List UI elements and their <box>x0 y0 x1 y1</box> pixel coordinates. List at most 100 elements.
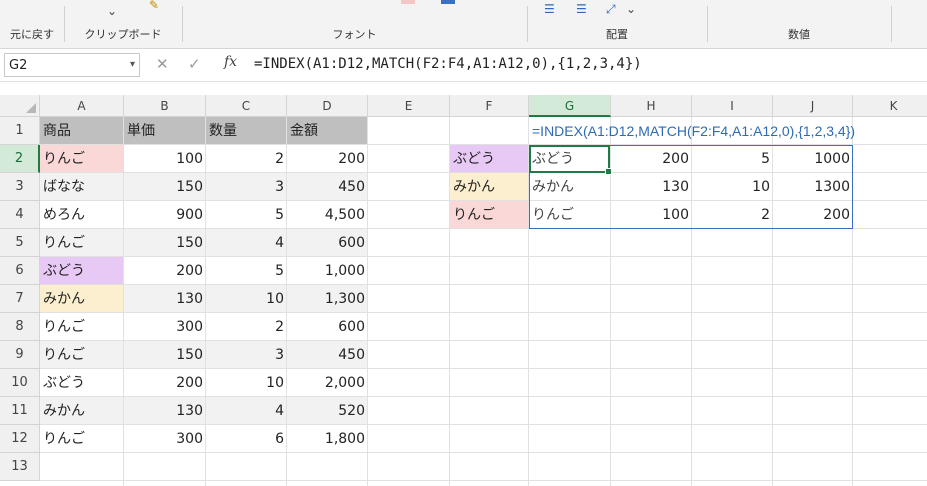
table-cell[interactable]: ばなな <box>40 173 124 201</box>
table-cell[interactable]: 600 <box>287 313 368 341</box>
table-cell[interactable]: 5 <box>206 201 287 229</box>
table-cell[interactable]: 130 <box>124 285 206 313</box>
row-header-2[interactable]: 2 <box>0 145 40 173</box>
table-header-cell[interactable]: 商品 <box>40 117 124 145</box>
table-cell[interactable]: ぶどう <box>40 369 124 397</box>
column-header-k[interactable]: K <box>853 95 927 117</box>
active-cell[interactable] <box>529 145 612 175</box>
table-cell[interactable]: 130 <box>124 397 206 425</box>
table-cell[interactable]: 600 <box>287 229 368 257</box>
table-cell[interactable]: 6 <box>206 425 287 453</box>
table-cell[interactable]: 300 <box>124 425 206 453</box>
row-header-5[interactable]: 5 <box>0 229 40 257</box>
alignment-group: ☰ ☰ ⤢ ⌄ 配置 <box>528 0 706 48</box>
table-cell[interactable]: 150 <box>124 229 206 257</box>
column-header-f[interactable]: F <box>450 95 529 117</box>
undo-group[interactable]: 元に戻す <box>0 0 64 48</box>
table-cell[interactable]: 150 <box>124 173 206 201</box>
font-label: フォント <box>332 28 377 41</box>
table-cell[interactable]: 2 <box>206 313 287 341</box>
chevron-down-icon[interactable]: ▾ <box>130 59 135 70</box>
table-cell[interactable]: 3 <box>206 173 287 201</box>
table-cell[interactable]: 100 <box>124 145 206 173</box>
table-cell[interactable]: 520 <box>287 397 368 425</box>
select-all-button[interactable] <box>0 95 40 117</box>
table-cell[interactable]: 1,300 <box>287 285 368 313</box>
number-label: 数値 <box>788 28 810 41</box>
column-header-h[interactable]: H <box>611 95 692 117</box>
increase-indent-icon[interactable]: ☰ <box>576 2 587 16</box>
table-cell[interactable]: 3 <box>206 341 287 369</box>
formula-input[interactable]: =INDEX(A1:D12,MATCH(F2:F4,A1:A12,0),{1,2… <box>254 56 642 72</box>
lookup-key-cell[interactable]: ぶどう <box>450 145 529 173</box>
chevron-down-icon[interactable]: ⌄ <box>107 4 117 18</box>
table-cell[interactable]: 4,500 <box>287 201 368 229</box>
table-cell[interactable]: りんご <box>40 341 124 369</box>
table-cell[interactable]: みかん <box>40 397 124 425</box>
table-cell[interactable]: 1,800 <box>287 425 368 453</box>
column-header-a[interactable]: A <box>40 95 124 117</box>
table-cell[interactable]: 450 <box>287 341 368 369</box>
row-header-4[interactable]: 4 <box>0 201 40 229</box>
enter-check-icon[interactable]: ✓ <box>188 55 201 73</box>
table-cell[interactable]: ぶどう <box>40 257 124 285</box>
table-header-cell[interactable]: 金額 <box>287 117 368 145</box>
decrease-indent-icon[interactable]: ☰ <box>544 2 555 16</box>
ribbon: 元に戻す ⌄ ✎ クリップボード フォント ☰ ☰ ⤢ ⌄ 配置 数値 <box>0 0 927 49</box>
table-cell[interactable]: 900 <box>124 201 206 229</box>
row-header-11[interactable]: 11 <box>0 397 40 425</box>
table-cell[interactable]: 200 <box>124 257 206 285</box>
table-cell[interactable]: 450 <box>287 173 368 201</box>
table-cell[interactable]: 300 <box>124 313 206 341</box>
table-cell[interactable]: 150 <box>124 341 206 369</box>
table-cell[interactable]: みかん <box>40 285 124 313</box>
row-header-13[interactable]: 13 <box>0 453 40 481</box>
table-header-cell[interactable]: 単価 <box>124 117 206 145</box>
worksheet-grid[interactable]: 商品 単価 数量 金額 りんご 100 2 200 ばなな 150 3 450 めろん 900 5 4,500… <box>0 95 927 486</box>
chevron-down-icon[interactable]: ⌄ <box>626 2 636 16</box>
table-cell[interactable]: 4 <box>206 397 287 425</box>
column-header-i[interactable]: I <box>692 95 773 117</box>
row-header-10[interactable]: 10 <box>0 369 40 397</box>
column-header-b[interactable]: B <box>124 95 206 117</box>
row-header-1[interactable]: 1 <box>0 117 40 145</box>
row-header-3[interactable]: 3 <box>0 173 40 201</box>
row-header-8[interactable]: 8 <box>0 313 40 341</box>
row-header-7[interactable]: 7 <box>0 285 40 313</box>
table-cell[interactable]: 1,000 <box>287 257 368 285</box>
column-header-j[interactable]: J <box>773 95 853 117</box>
table-cell[interactable]: りんご <box>40 145 124 173</box>
column-header-c[interactable]: C <box>206 95 287 117</box>
format-painter-icon[interactable]: ✎ <box>149 0 159 12</box>
row-header-6[interactable]: 6 <box>0 257 40 285</box>
table-cell[interactable]: 200 <box>124 369 206 397</box>
table-cell[interactable]: 10 <box>206 369 287 397</box>
undo-label: 元に戻す <box>10 28 54 41</box>
insert-function-icon[interactable]: fx <box>224 54 237 70</box>
table-header-cell[interactable]: 数量 <box>206 117 287 145</box>
table-cell[interactable]: めろん <box>40 201 124 229</box>
column-header-d[interactable]: D <box>287 95 368 117</box>
table-cell[interactable]: りんご <box>40 425 124 453</box>
table-cell[interactable]: りんご <box>40 229 124 257</box>
fill-color-swatch[interactable] <box>401 0 415 4</box>
orientation-icon[interactable]: ⤢ <box>606 2 616 17</box>
name-box[interactable]: G2 ▾ <box>4 53 140 77</box>
table-cell[interactable]: 4 <box>206 229 287 257</box>
column-header-e[interactable]: E <box>368 95 450 117</box>
lookup-key-cell[interactable]: りんご <box>450 201 529 229</box>
ribbon-separator <box>891 6 892 42</box>
table-cell[interactable]: りんご <box>40 313 124 341</box>
cancel-icon[interactable]: ✕ <box>156 55 169 73</box>
row-header-9[interactable]: 9 <box>0 341 40 369</box>
font-color-swatch[interactable] <box>441 0 455 4</box>
table-cell[interactable]: 2,000 <box>287 369 368 397</box>
table-cell[interactable]: 2 <box>206 145 287 173</box>
table-cell[interactable]: 10 <box>206 285 287 313</box>
lookup-key-cell[interactable]: みかん <box>450 173 529 201</box>
table-cell[interactable]: 200 <box>287 145 368 173</box>
alignment-label: 配置 <box>606 28 628 41</box>
table-cell[interactable]: 5 <box>206 257 287 285</box>
row-header-12[interactable]: 12 <box>0 425 40 453</box>
column-header-g[interactable]: G <box>529 95 611 117</box>
